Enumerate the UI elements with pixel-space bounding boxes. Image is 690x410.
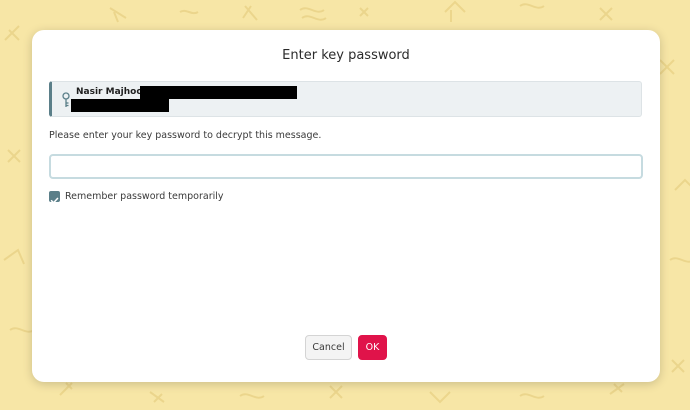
key-password-dialog: Enter key password Nasir Majhool Please … <box>32 30 660 382</box>
password-prompt: Please enter your key password to decryp… <box>49 130 322 141</box>
redacted-key-id <box>71 99 169 112</box>
redacted-email <box>140 86 297 99</box>
remember-checkbox[interactable] <box>49 191 60 204</box>
remember-checkbox-label: Remember password temporarily <box>65 191 224 202</box>
cancel-button[interactable]: Cancel <box>305 335 352 360</box>
ok-button[interactable]: OK <box>358 335 387 360</box>
checkmark-icon <box>50 197 59 204</box>
key-info-card: Nasir Majhool <box>49 81 642 117</box>
key-owner-name: Nasir Majhool <box>76 87 146 97</box>
dialog-title: Enter key password <box>282 48 410 63</box>
password-input[interactable] <box>49 154 643 179</box>
